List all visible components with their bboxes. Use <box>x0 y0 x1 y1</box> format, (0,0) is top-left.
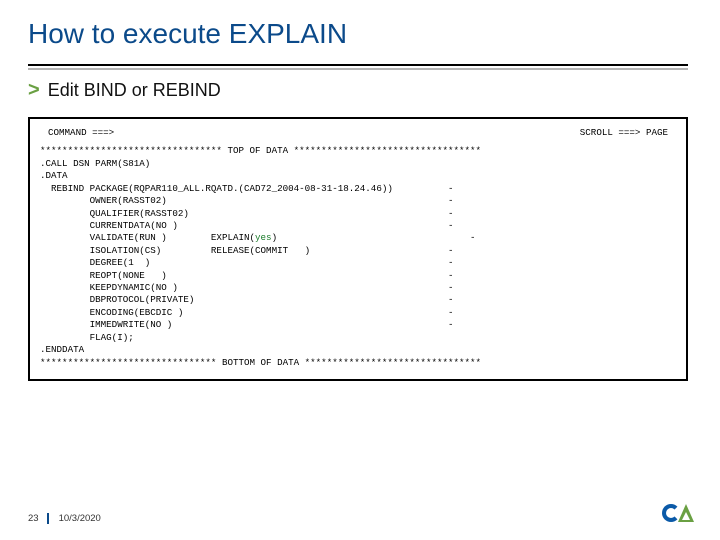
code-line: OWNER(RASST02) - <box>40 195 454 206</box>
code-line: ) - <box>272 232 476 243</box>
code-line: ENCODING(EBCDIC ) - <box>40 307 454 318</box>
code-line: .CALL DSN PARM(S81A) <box>40 158 150 169</box>
slide-title: How to execute EXPLAIN <box>28 18 692 50</box>
divider-line-light <box>28 68 688 70</box>
divider-line-dark <box>28 64 688 66</box>
terminal-panel: COMMAND ===> SCROLL ===> PAGE ************… <box>28 117 688 381</box>
slide: How to execute EXPLAIN > Edit BIND or RE… <box>0 0 720 540</box>
code-line: FLAG(I); <box>40 332 134 343</box>
scroll-indicator: SCROLL ===> PAGE <box>580 127 668 139</box>
footer: 23 10/3/2020 <box>28 513 101 524</box>
code-line: IMMEDWRITE(NO ) - <box>40 319 454 330</box>
code-line: QUALIFIER(RASST02) - <box>40 208 454 219</box>
logo-a-inner <box>682 512 690 520</box>
code-line: KEEPDYNAMIC(NO ) - <box>40 282 454 293</box>
explain-value: yes <box>255 232 272 243</box>
code-line: REBIND PACKAGE(RQPAR110_ALL.RQATD.(CAD72… <box>40 183 454 194</box>
subtitle: Edit BIND or REBIND <box>48 80 221 101</box>
code-line: DBPROTOCOL(PRIVATE) - <box>40 294 454 305</box>
chevron-icon: > <box>28 80 40 100</box>
ca-logo <box>662 504 694 526</box>
code-line: ISOLATION(CS) RELEASE(COMMIT ) - <box>40 245 454 256</box>
command-prompt: COMMAND ===> <box>48 127 114 139</box>
code-line: .DATA <box>40 170 68 181</box>
terminal-header: COMMAND ===> SCROLL ===> PAGE <box>40 127 676 145</box>
footer-date: 10/3/2020 <box>59 513 101 524</box>
code-line: CURRENTDATA(NO ) - <box>40 220 454 231</box>
subtitle-row: > Edit BIND or REBIND <box>28 80 692 101</box>
code-line: .ENDDATA <box>40 344 84 355</box>
bottom-of-data: ******************************** BOTTOM … <box>40 357 481 368</box>
divider <box>28 64 688 70</box>
top-of-data: ********************************* TOP OF… <box>40 145 481 156</box>
code-line: REOPT(NONE ) - <box>40 270 454 281</box>
code-line: DEGREE(1 ) - <box>40 257 454 268</box>
page-number: 23 <box>28 513 49 524</box>
code-line: VALIDATE(RUN ) EXPLAIN( <box>40 232 255 243</box>
